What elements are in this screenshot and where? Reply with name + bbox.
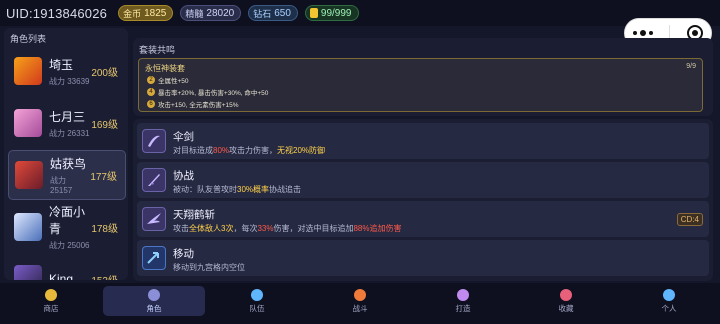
skill-row-move[interactable]: 移动 移动到九宫格内空位 [137,240,709,276]
character-level: 169级 [91,119,118,131]
forge-icon [457,288,469,301]
nav-label: 战斗 [352,303,368,313]
nav-label: 收藏 [558,303,574,313]
nav-team[interactable]: 队伍 [206,286,308,316]
character-avatar [14,213,42,241]
skill-description: 移动到九宫格内空位 [173,263,245,272]
character-power: 战力 33639 [49,76,90,86]
set-resonance-panel: 套装共鸣 永恒神装套 9/9 2 全属性+50 4 暴击率+20%, 暴击伤害+… [133,38,713,116]
character-power: 战力 25006 [49,241,90,250]
nav-label: 商店 [43,303,59,313]
skill-row-sanjian[interactable]: 伞剑 对目标造成80%攻击力伤害，无视20%防御 [137,123,709,159]
nav-character[interactable]: 角色 [103,286,205,316]
skill-description: 被动：队友普攻时30%概率协战追击 [173,185,302,194]
bottom-nav: 商店 角色 队伍 战斗 打造 收藏 个人 [0,283,720,324]
skill-name: 天翔鹤斩 [173,209,215,221]
nav-label: 打造 [455,303,471,313]
set-card[interactable]: 永恒神装套 9/9 2 全属性+50 4 暴击率+20%, 暴击伤害+30%, … [138,58,703,112]
character-level: 178级 [91,223,118,235]
character-level: 177级 [90,171,117,183]
diamond-label: 钻石 [253,8,272,19]
character-item-guhuoniao[interactable]: 姑获鸟 战力 25157 177级 [8,150,126,200]
nav-label: 个人 [661,303,677,313]
crane-wing-icon [142,207,166,231]
nav-battle[interactable]: 战斗 [309,286,411,316]
user-id: UID:1913846026 [6,5,108,21]
character-name: 姑获鸟 [50,157,87,171]
nav-collection[interactable]: 收藏 [515,286,617,316]
move-arrow-icon [142,246,166,270]
nav-label: 队伍 [249,303,265,313]
collection-icon [560,288,572,301]
character-icon [148,288,160,301]
battle-icon [354,288,366,301]
character-level: 200级 [91,67,118,79]
assist-blade-icon [142,168,166,192]
character-item-lengmian[interactable]: 冷面小青 战力 25006 178级 [8,202,126,252]
character-name: 七月三 [49,109,86,124]
character-name: King [49,272,74,280]
energy-icon [309,8,318,18]
character-item-king[interactable]: King 153级 [8,254,126,280]
diamond-counter[interactable]: 钻石 650 [248,5,298,21]
profile-icon [663,288,675,301]
nav-shop[interactable]: 商店 [0,286,102,316]
more-menu-icon[interactable] [633,30,654,36]
set-count: 9/9 [686,63,696,70]
character-item-march7[interactable]: 七月三 战力 26331 169级 [8,98,126,148]
set-bonus-6: 6 攻击+150, 全元素伤害+15% [147,99,239,109]
nav-forge[interactable]: 打造 [412,286,514,316]
character-power: 战力 26331 [49,128,90,138]
skill-row-xiezhan[interactable]: 协战 被动：队友普攻时30%概率协战追击 [137,162,709,198]
character-power: 战力 25157 [50,176,73,195]
bonus-tier-badge: 2 [147,76,155,84]
set-name: 永恒神装套 [145,64,185,73]
set-bonus-2: 2 全属性+50 [147,75,189,85]
gold-value: 1825 [144,7,167,19]
top-bar: UID:1913846026 金币 1825 精髓 28020 钻石 650 9… [0,0,720,26]
energy-value: 99/999 [320,7,352,19]
character-item-saitama[interactable]: 埼玉 战力 33639 200级 [8,46,126,96]
bonus-tier-badge: 6 [147,100,155,108]
team-icon [251,288,263,301]
character-avatar [14,265,42,280]
skill-description: 攻击全体敌人3次，每次33%伤害，对选中目标追加88%追加伤害 [173,224,402,233]
essence-label: 精髓 [185,8,204,19]
character-avatar [14,57,42,85]
character-name: 埼玉 [49,57,74,72]
gold-label: 金币 [123,8,142,19]
character-list-panel: 角色列表 埼玉 战力 33639 200级 七月三 战力 26331 169级 … [4,28,128,280]
nav-label: 角色 [146,303,162,313]
diamond-value: 650 [274,7,291,19]
gold-counter[interactable]: 金币 1825 [118,5,174,21]
cooldown-badge: CD:4 [676,213,703,226]
shop-icon [45,288,57,301]
set-resonance-title: 套装共鸣 [139,45,176,55]
skill-name: 协战 [173,170,194,182]
character-avatar [15,161,43,189]
character-avatar [14,109,42,137]
essence-counter[interactable]: 精髓 28020 [180,5,242,21]
character-name: 冷面小青 [49,205,86,236]
skill-description: 对目标造成80%攻击力伤害，无视20%防御 [173,146,326,155]
character-level: 153级 [91,272,118,281]
skill-name: 伞剑 [173,131,194,143]
bonus-tier-badge: 4 [147,88,155,96]
nav-profile[interactable]: 个人 [618,286,720,316]
energy-counter[interactable]: 99/999 [304,5,359,21]
essence-value: 28020 [206,7,235,19]
sword-slash-icon [142,129,166,153]
skills-panel: 伞剑 对目标造成80%攻击力伤害，无视20%防御 协战 被动：队友普攻时30%概… [133,119,713,281]
skill-row-tianxiang[interactable]: 天翔鹤斩 攻击全体敌人3次，每次33%伤害，对选中目标追加88%追加伤害 CD:… [137,201,709,237]
skill-name: 移动 [173,248,194,260]
set-bonus-4: 4 暴击率+20%, 暴击伤害+30%, 命中+50 [147,87,268,97]
